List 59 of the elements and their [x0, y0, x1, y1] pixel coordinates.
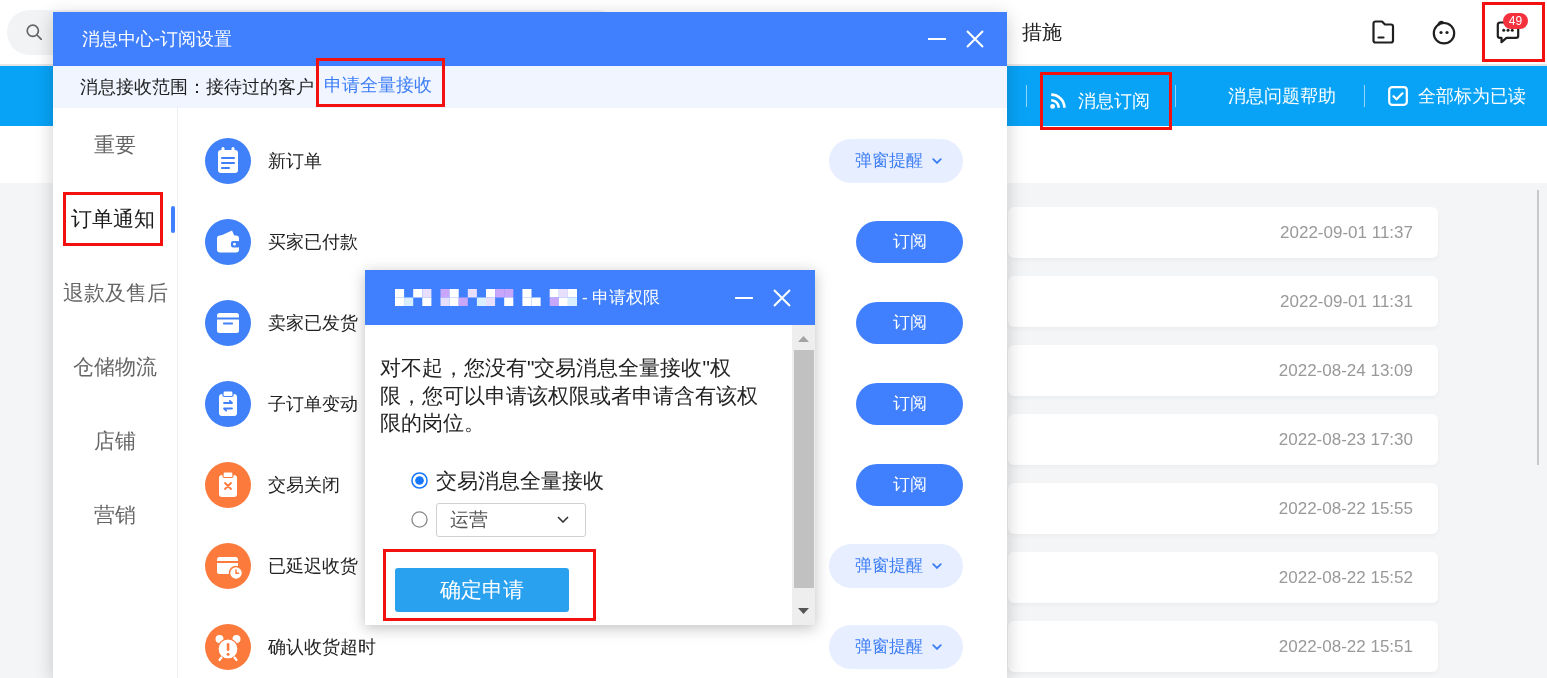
event-label: 交易关闭 — [268, 473, 340, 497]
search-icon — [26, 24, 42, 40]
chevron-down-icon — [931, 562, 942, 569]
face-icon[interactable] — [1431, 19, 1457, 45]
event-label: 已延迟收货 — [268, 554, 358, 578]
timestamp: 2022-08-22 15:55 — [1278, 498, 1413, 519]
category-tab[interactable]: 店铺 — [94, 427, 136, 455]
category-tab[interactable]: 重要 — [94, 131, 136, 159]
notification-badge: 49 — [1503, 13, 1528, 29]
chevron-down-icon — [931, 157, 942, 164]
subscribe-button[interactable]: 订阅 — [856, 220, 963, 263]
subscribe-button[interactable]: 订阅 — [856, 463, 963, 506]
nav-link[interactable]: 全部标为已读 — [1388, 82, 1526, 110]
dialog-title: - 申请权限 — [582, 287, 661, 309]
scroll-up-arrow-icon[interactable] — [798, 336, 809, 342]
confirm-button[interactable]: 确定申请 — [395, 567, 569, 612]
apply-link[interactable]: 申请全量接收 — [324, 72, 432, 97]
nav-link[interactable]: 消息问题帮助 — [1228, 82, 1336, 110]
permission-message: 对不起，您没有"交易消息全量接收"权限，您可以申请该权限或者申请含有该权限的岗位。 — [380, 355, 759, 436]
reminder-dropdown[interactable]: 弹窗提醒 — [829, 624, 963, 669]
category-tab[interactable]: 营销 — [94, 501, 136, 529]
nav-link[interactable]: 消息订阅 — [1050, 87, 1150, 115]
option-label: 交易消息全量接收 — [436, 467, 604, 494]
timestamp: 2022-09-01 11:31 — [1280, 291, 1413, 312]
scroll-thumb[interactable] — [1537, 190, 1539, 465]
category-tab[interactable]: 仓储物流 — [73, 353, 157, 381]
category-tab[interactable]: 订单通知 — [71, 205, 155, 233]
reminder-dropdown[interactable]: 弹窗提醒 — [829, 543, 963, 588]
timestamp: 2022-09-01 11:37 — [1280, 222, 1413, 243]
scrollbar[interactable] — [792, 325, 815, 625]
scope-label: 消息接收范围：接待过的客户 — [80, 76, 314, 99]
minimize-icon[interactable] — [735, 296, 753, 299]
scroll-down-arrow-icon[interactable] — [798, 608, 809, 614]
folder-icon[interactable] — [1370, 19, 1396, 45]
category-tab[interactable]: 退款及售后 — [62, 279, 168, 307]
scroll-thumb[interactable] — [793, 350, 814, 588]
rss-icon — [1050, 93, 1066, 109]
subscribe-button[interactable]: 订阅 — [856, 301, 963, 344]
event-label: 新订单 — [268, 149, 322, 173]
chevron-down-icon — [557, 516, 569, 523]
reminder-dropdown[interactable]: 弹窗提醒 — [829, 138, 963, 183]
radio-button[interactable] — [411, 511, 428, 528]
timestamp: 2022-08-24 13:09 — [1278, 360, 1413, 381]
checkbox-icon — [1388, 86, 1408, 106]
close-icon[interactable] — [966, 30, 984, 48]
close-icon[interactable] — [773, 288, 791, 307]
role-select[interactable]: 运营 — [436, 502, 586, 537]
timestamp: 2022-08-22 15:51 — [1278, 636, 1413, 657]
chevron-down-icon — [931, 643, 942, 650]
event-label: 子订单变动 — [268, 392, 358, 416]
subscribe-button[interactable]: 订阅 — [856, 382, 963, 425]
event-label: 卖家已发货 — [268, 311, 358, 335]
timestamp: 2022-08-23 17:30 — [1278, 429, 1413, 450]
dialog-title: 消息中心-订阅设置 — [82, 28, 232, 51]
timestamp: 2022-08-22 15:52 — [1278, 567, 1413, 588]
event-label: 确认收货超时 — [268, 635, 376, 659]
event-label: 买家已付款 — [268, 230, 358, 254]
radio-button[interactable] — [411, 472, 428, 489]
notice-text: 措施 — [1022, 19, 1062, 45]
